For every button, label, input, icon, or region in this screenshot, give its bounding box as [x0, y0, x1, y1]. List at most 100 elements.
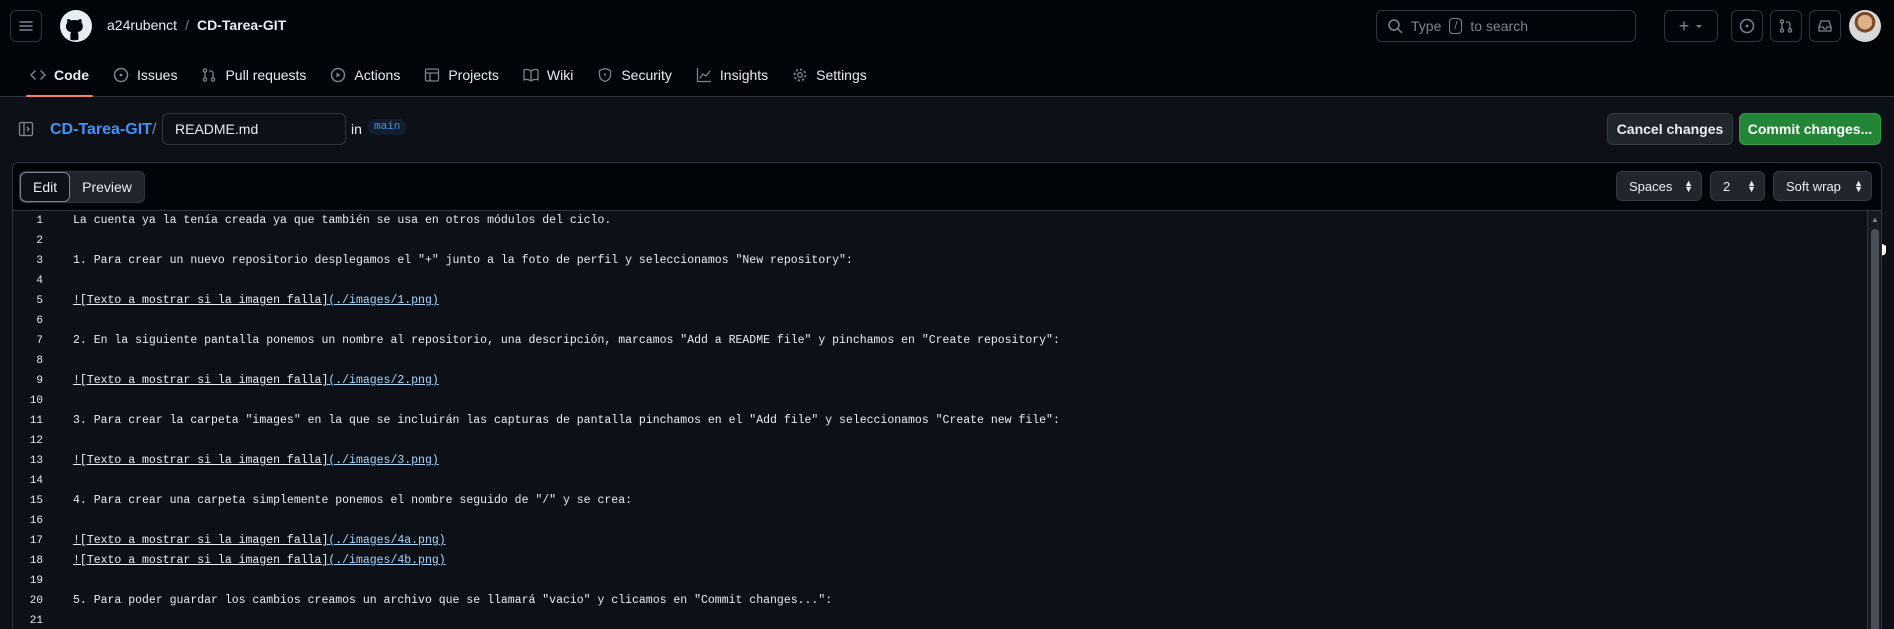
github-logo-icon[interactable]: [60, 10, 92, 42]
tab-wiki[interactable]: Wiki: [511, 52, 585, 97]
issue-opened-icon: [1739, 18, 1755, 34]
code-line[interactable]: 3 1. Para crear un nuevo repositorio desp…: [13, 251, 1863, 271]
code-line[interactable]: 21: [13, 611, 1863, 629]
image-alt-text: ![Texto a mostrar si la imagen falla]: [73, 554, 329, 567]
select-arrows-icon: ▲ ▼: [1854, 178, 1863, 194]
code-line[interactable]: 13 ![Texto a mostrar si la imagen falla](…: [13, 451, 1863, 471]
search-input[interactable]: Type / to search: [1376, 10, 1636, 42]
caret-down-icon: [1696, 25, 1703, 28]
branch-badge[interactable]: main: [368, 119, 407, 135]
code-line[interactable]: 4: [13, 271, 1863, 291]
code-line[interactable]: 12: [13, 431, 1863, 451]
line-number: 5: [36, 295, 43, 307]
line-number: 4: [36, 275, 43, 287]
image-alt-text: ![Texto a mostrar si la imagen falla]: [73, 294, 329, 307]
owner-link[interactable]: a24rubenct: [107, 17, 177, 33]
indent-size-value: 2: [1723, 178, 1731, 194]
line-number: 15: [29, 495, 43, 507]
code-line[interactable]: 18 ![Texto a mostrar si la imagen falla](…: [13, 551, 1863, 571]
issues-button[interactable]: [1731, 10, 1763, 42]
editor-scrollbar[interactable]: ▲: [1867, 211, 1881, 629]
code-line[interactable]: 9 ![Texto a mostrar si la imagen falla](.…: [13, 371, 1863, 391]
tab-label: Insights: [719, 66, 769, 83]
code-line[interactable]: 16: [13, 511, 1863, 531]
code-line[interactable]: 10: [13, 391, 1863, 411]
select-arrows-icon: ▲ ▼: [1747, 178, 1756, 194]
code-area[interactable]: 1 La cuenta ya la tenía creada ya que tam…: [13, 211, 1863, 629]
tab-projects[interactable]: Projects: [412, 52, 511, 97]
tab-insights[interactable]: Insights: [684, 52, 780, 97]
tab-edit[interactable]: Edit: [20, 172, 71, 202]
code-line[interactable]: 8: [13, 351, 1863, 371]
tab-settings[interactable]: Settings: [780, 52, 879, 97]
code-line[interactable]: 2: [13, 231, 1863, 251]
indent-mode-select[interactable]: Spaces ▲ ▼: [1616, 171, 1702, 201]
tab-preview[interactable]: Preview: [70, 172, 144, 202]
line-number: 2: [36, 235, 43, 247]
line-number: 17: [29, 535, 43, 547]
line-number: 9: [36, 375, 43, 387]
cancel-changes-button[interactable]: Cancel changes: [1607, 113, 1733, 145]
git-pull-request-icon: [1779, 19, 1793, 33]
image-alt-text: ![Texto a mostrar si la imagen falla]: [73, 374, 329, 387]
code-line[interactable]: 5 ![Texto a mostrar si la imagen falla](.…: [13, 291, 1863, 311]
scroll-up-icon[interactable]: ▲: [1871, 215, 1879, 224]
line-number: 21: [29, 615, 43, 627]
repo-breadcrumb: a24rubenct / CD-Tarea-GIT: [107, 17, 286, 33]
commit-changes-button[interactable]: Commit changes...: [1739, 113, 1881, 145]
inbox-button[interactable]: [1809, 10, 1841, 42]
search-placeholder-prefix: Type: [1411, 18, 1442, 34]
line-number: 11: [29, 415, 43, 427]
code-line[interactable]: 19: [13, 571, 1863, 591]
pull-requests-button[interactable]: [1770, 10, 1802, 42]
code-line[interactable]: 14: [13, 471, 1863, 491]
tab-label: Pull requests: [225, 66, 307, 83]
breadcrumb-separator: /: [185, 17, 189, 33]
image-path-link[interactable]: (./images/4b.png): [328, 554, 445, 567]
shield-icon: [599, 67, 612, 82]
menu-button[interactable]: [10, 10, 42, 42]
wrap-mode-select[interactable]: Soft wrap ▲ ▼: [1773, 171, 1872, 201]
indent-size-select[interactable]: 2 ▲ ▼: [1710, 171, 1765, 201]
file-edit-bar: CD-Tarea-GIT / in main Cancel changes Co…: [0, 97, 1894, 257]
filename-input[interactable]: [162, 113, 346, 145]
code-line[interactable]: 1 La cuenta ya la tenía creada ya que tam…: [13, 211, 1863, 231]
tab-issues[interactable]: Issues: [101, 52, 189, 97]
code-line[interactable]: 20 5. Para poder guardar los cambios crea…: [13, 591, 1863, 611]
code-line[interactable]: 7 2. En la siguiente pantalla ponemos un …: [13, 331, 1863, 351]
line-number: 6: [36, 315, 43, 327]
tab-label: Code: [54, 66, 89, 83]
image-path-link[interactable]: (./images/2.png): [328, 374, 438, 387]
repo-link[interactable]: CD-Tarea-GIT: [197, 17, 286, 33]
line-text: ![Texto a mostrar si la imagen falla](./…: [73, 291, 439, 311]
line-text: 3. Para crear la carpeta "images" en la …: [73, 414, 1060, 427]
image-alt-text: ![Texto a mostrar si la imagen falla]: [73, 454, 329, 467]
search-icon: [1388, 19, 1403, 34]
tab-code[interactable]: Code: [18, 52, 101, 97]
path-repo-link[interactable]: CD-Tarea-GIT: [50, 121, 152, 139]
search-shortcut-key: /: [1449, 18, 1463, 34]
issue-icon: [113, 67, 129, 82]
create-new-button[interactable]: +: [1664, 10, 1718, 42]
top-bar: a24rubenct / CD-Tarea-GIT Type / to sear…: [0, 0, 1894, 52]
image-path-link[interactable]: (./images/3.png): [328, 454, 438, 467]
graph-icon: [696, 67, 712, 82]
scrollbar-thumb[interactable]: [1871, 229, 1879, 629]
avatar[interactable]: [1849, 10, 1881, 42]
pull-request-icon: [203, 67, 216, 82]
sidebar-expand-icon[interactable]: [18, 121, 34, 137]
image-path-link[interactable]: (./images/4a.png): [328, 534, 445, 547]
code-line[interactable]: 11 3. Para crear la carpeta "images" en l…: [13, 411, 1863, 431]
tab-label: Actions: [354, 66, 401, 83]
line-text: ![Texto a mostrar si la imagen falla](./…: [73, 531, 446, 551]
code-line[interactable]: 6: [13, 311, 1863, 331]
code-line[interactable]: 15 4. Para crear una carpeta simplemente …: [13, 491, 1863, 511]
code-icon: [30, 69, 46, 80]
code-line[interactable]: 17 ![Texto a mostrar si la imagen falla](…: [13, 531, 1863, 551]
book-icon: [523, 68, 539, 82]
tab-pull-requests[interactable]: Pull requests: [189, 52, 318, 97]
image-path-link[interactable]: (./images/1.png): [328, 294, 438, 307]
tab-actions[interactable]: Actions: [318, 52, 412, 97]
tab-security[interactable]: Security: [585, 52, 684, 97]
app-header: a24rubenct / CD-Tarea-GIT Type / to sear…: [0, 0, 1894, 97]
